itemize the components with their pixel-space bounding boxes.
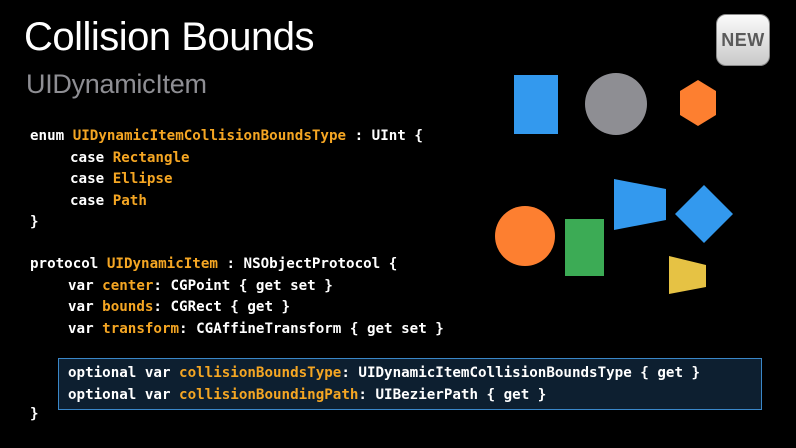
green-rectangle-shape	[565, 219, 604, 276]
collision-shapes-illustration	[495, 73, 733, 294]
orange-circle-shape	[495, 206, 555, 266]
blue-rectangle-shape	[514, 75, 558, 134]
gray-circle-shape	[585, 73, 647, 135]
orange-hexagon-shape	[680, 80, 716, 126]
slide: Collision Bounds UIDynamicItem NEW enum …	[0, 0, 796, 448]
blue-trapezoid-shape	[614, 179, 666, 230]
yellow-trapezoid-shape	[669, 256, 706, 294]
blue-diamond-shape	[675, 185, 733, 243]
